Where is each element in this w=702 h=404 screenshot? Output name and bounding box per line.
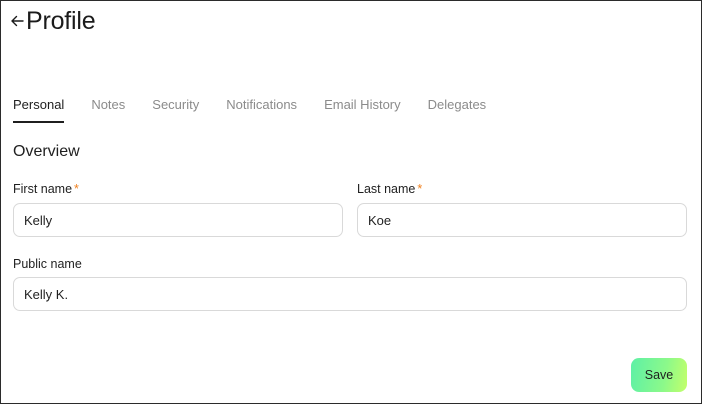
tab-notes[interactable]: Notes	[91, 97, 125, 123]
tab-delegates[interactable]: Delegates	[428, 97, 487, 123]
tab-email-history[interactable]: Email History	[324, 97, 401, 123]
profile-tabs: Personal Notes Security Notifications Em…	[13, 97, 513, 123]
first-name-label: First name *	[13, 182, 79, 197]
profile-page: Profile Personal Notes Security Notifica…	[0, 0, 702, 404]
overview-heading: Overview	[13, 143, 80, 160]
first-name-label-text: First name	[13, 182, 73, 196]
tab-personal[interactable]: Personal	[13, 97, 65, 123]
page-header: Profile	[9, 7, 96, 35]
public-name-field[interactable]	[13, 277, 687, 311]
arrow-left-icon[interactable]	[9, 8, 25, 34]
last-name-label: Last name *	[357, 182, 422, 197]
required-marker: *	[74, 182, 79, 196]
last-name-field[interactable]	[357, 203, 687, 237]
required-marker: *	[417, 182, 423, 196]
tab-security[interactable]: Security	[152, 97, 199, 123]
page-title: Profile	[26, 7, 96, 35]
first-name-field[interactable]	[13, 203, 343, 237]
save-button[interactable]: Save	[631, 358, 687, 392]
last-name-label-text: Last name	[357, 182, 416, 196]
public-name-label: Public name	[13, 257, 82, 271]
tab-notifications[interactable]: Notifications	[226, 97, 297, 123]
